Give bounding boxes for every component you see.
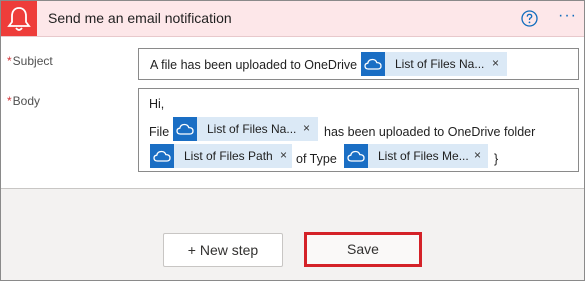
flow-canvas-footer	[1, 188, 584, 280]
remove-token-icon[interactable]: ×	[474, 148, 481, 162]
body-token-file-path[interactable]: List of Files Path ×	[150, 144, 292, 168]
remove-token-icon[interactable]: ×	[280, 148, 287, 162]
body-label: *Body	[7, 94, 41, 108]
remove-token-icon[interactable]: ×	[303, 121, 310, 135]
body-token-file-name[interactable]: List of Files Na... ×	[173, 117, 318, 141]
help-icon[interactable]	[521, 10, 538, 32]
action-header[interactable]: Send me an email notification ···	[1, 1, 584, 37]
body-greeting-text: Hi,	[149, 97, 165, 111]
token-label: List of Files Na...	[395, 57, 485, 71]
body-input[interactable]: Hi, File List of Files Na... × has been …	[138, 88, 579, 172]
onedrive-cloud-icon	[344, 144, 368, 168]
body-token-file-media-type[interactable]: List of Files Me... ×	[344, 144, 488, 168]
subject-token-file-name[interactable]: List of Files Na... ×	[361, 52, 507, 76]
body-closing-brace: }	[494, 152, 499, 166]
notification-bell-icon	[1, 1, 37, 36]
subject-label: *Subject	[7, 54, 53, 68]
onedrive-cloud-icon	[150, 144, 174, 168]
subject-input[interactable]: A file has been uploaded to OneDrive : L…	[138, 48, 579, 80]
token-label: List of Files Me...	[378, 149, 469, 163]
save-button[interactable]: Save	[304, 232, 422, 267]
onedrive-cloud-icon	[361, 52, 385, 76]
body-uploaded-text: has been uploaded to OneDrive folder	[324, 125, 536, 139]
token-label: List of Files Na...	[207, 122, 297, 136]
token-label: List of Files Path	[184, 149, 273, 163]
onedrive-cloud-icon	[173, 117, 197, 141]
body-of-type-text: of Type	[296, 152, 337, 166]
remove-token-icon[interactable]: ×	[492, 56, 499, 70]
new-step-button[interactable]: + New step	[163, 233, 283, 267]
body-file-text: File	[149, 125, 170, 139]
subject-prefix-text: A file has been uploaded to OneDrive :	[150, 58, 365, 72]
flow-action-card: Send me an email notification ··· *Subje…	[0, 0, 585, 281]
action-title: Send me an email notification	[48, 10, 232, 26]
more-options-icon[interactable]: ···	[558, 6, 580, 26]
